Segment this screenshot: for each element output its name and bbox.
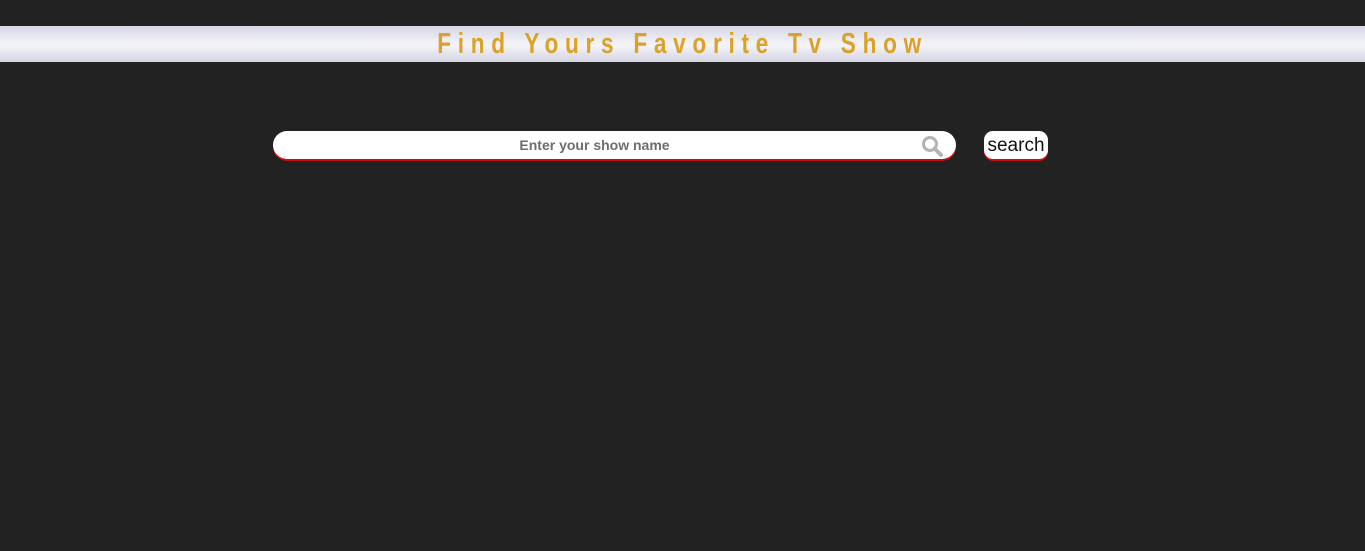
- header-bar: Find Yours Favorite Tv Show: [0, 26, 1365, 62]
- page: Find Yours Favorite Tv Show search: [0, 0, 1365, 551]
- search-input[interactable]: [287, 131, 902, 159]
- search-box: [273, 131, 956, 159]
- search-icon[interactable]: [921, 135, 945, 159]
- page-title: Find Yours Favorite Tv Show: [437, 28, 928, 60]
- search-button[interactable]: search: [984, 131, 1048, 159]
